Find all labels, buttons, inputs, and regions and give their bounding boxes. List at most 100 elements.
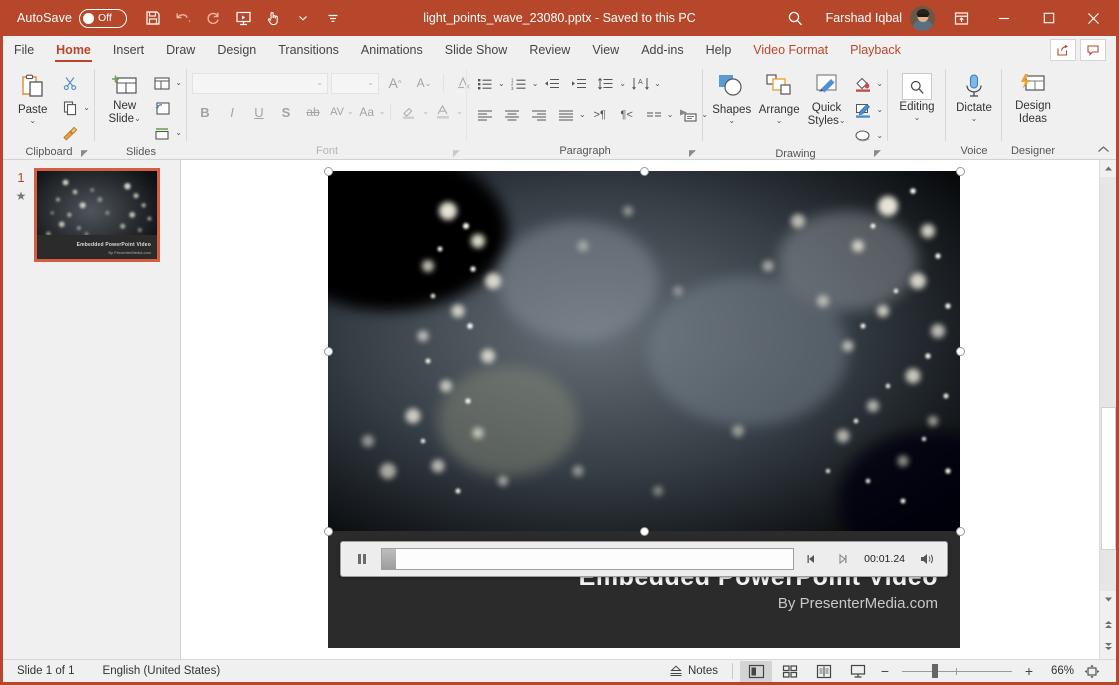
tab-transitions[interactable]: Transitions (267, 36, 350, 64)
text-direction-button[interactable]: A ⌄ (628, 72, 661, 96)
dictate-button[interactable]: Dictate ⌄ (951, 69, 997, 123)
resize-handle-bottom-center[interactable] (640, 527, 649, 536)
save-icon[interactable] (139, 4, 167, 32)
chevron-down-icon[interactable]: ⌄ (667, 111, 674, 119)
scroll-up-button[interactable] (1100, 160, 1116, 177)
resize-handle-top-center[interactable] (640, 167, 649, 176)
chevron-down-icon[interactable]: ⌄ (776, 117, 783, 125)
chevron-down-icon[interactable]: ⌄ (876, 132, 883, 140)
resize-handle-top-left[interactable] (324, 167, 333, 176)
slide-canvas[interactable]: Embedded PowerPoint Video By PresenterMe… (181, 160, 1116, 659)
tab-file[interactable]: File (3, 36, 45, 64)
autosave-toggle[interactable]: AutoSave Off (17, 9, 127, 28)
minimize-button[interactable] (981, 0, 1026, 36)
grow-font-button[interactable]: A^ (382, 71, 408, 95)
numbering-icon[interactable]: 123 (506, 72, 532, 96)
quick-styles-button[interactable]: Quick Styles⌄ (803, 69, 850, 127)
editing-button[interactable]: Editing ⌄ (893, 69, 941, 122)
user-account[interactable]: Farshad Iqbal (816, 6, 941, 31)
video-object[interactable] (328, 171, 960, 531)
shape-outline-icon[interactable] (850, 98, 876, 122)
increase-indent-icon[interactable] (566, 72, 592, 96)
bullets-button[interactable]: ⌄ (472, 72, 505, 96)
shape-effects-icon[interactable] (850, 124, 876, 148)
underline-button[interactable]: U (246, 100, 272, 124)
slide-editing-area[interactable]: Embedded PowerPoint Video By PresenterMe… (328, 171, 960, 648)
text-direction-icon[interactable]: A (628, 72, 654, 96)
reading-view-button[interactable] (808, 661, 840, 682)
slide-counter[interactable]: Slide 1 of 1 (17, 665, 75, 677)
notes-button[interactable]: Notes (662, 660, 725, 683)
zoom-out-button[interactable]: − (876, 663, 894, 679)
chevron-down-icon[interactable]: ⌄ (498, 80, 505, 88)
zoom-level-label[interactable]: 66% (1040, 665, 1074, 677)
justify-icon[interactable] (553, 103, 579, 127)
align-center-icon[interactable] (499, 103, 525, 127)
chevron-down-icon[interactable]: ⌄ (532, 80, 539, 88)
share-icon[interactable] (1050, 39, 1076, 61)
chevron-down-icon[interactable]: ⌄ (175, 129, 182, 137)
video-playback-bar[interactable]: 00:01.24 (340, 541, 948, 577)
volume-icon[interactable] (915, 548, 939, 570)
video-progress-bar[interactable] (381, 548, 794, 570)
chevron-down-icon[interactable]: ⌄ (839, 117, 846, 125)
line-spacing-icon[interactable] (593, 72, 619, 96)
customize-quick-access-icon[interactable] (319, 4, 347, 32)
chevron-down-icon[interactable]: ⌄ (367, 79, 374, 87)
chevron-down-icon[interactable]: ⌄ (971, 115, 978, 123)
maximize-button[interactable] (1026, 0, 1071, 36)
collapse-ribbon-icon[interactable] (1097, 145, 1110, 157)
undo-icon[interactable] (169, 4, 197, 32)
chevron-down-icon[interactable]: ⌄ (175, 79, 182, 87)
italic-button[interactable]: I (219, 100, 245, 124)
format-painter-icon[interactable] (57, 121, 83, 145)
previous-slide-button[interactable] (1100, 616, 1116, 633)
section-button[interactable]: ⌄ (149, 121, 182, 145)
normal-view-button[interactable] (740, 661, 772, 682)
decrease-indent-icon[interactable] (539, 72, 565, 96)
chevron-down-icon[interactable]: ⌄ (134, 115, 141, 123)
tab-slide-show[interactable]: Slide Show (434, 36, 519, 64)
font-color-button[interactable]: ⌄ (430, 100, 463, 124)
clipboard-dialog-launcher[interactable]: ◤ (81, 148, 91, 158)
paste-button[interactable]: Paste ⌄ (8, 69, 57, 125)
text-highlight-icon[interactable] (396, 100, 422, 124)
start-presentation-icon[interactable] (229, 4, 257, 32)
slide-show-view-button[interactable] (842, 661, 874, 682)
chevron-down-icon[interactable]: ⌄ (456, 108, 463, 116)
font-color-icon[interactable] (430, 100, 456, 124)
zoom-in-button[interactable]: + (1020, 663, 1038, 679)
shape-outline-button[interactable]: ⌄ (850, 98, 883, 122)
columns-icon[interactable] (641, 103, 667, 127)
text-direction-ltr-icon[interactable]: ¶< (614, 103, 640, 127)
reset-icon[interactable] (149, 96, 175, 120)
chevron-down-icon[interactable]: ⌄ (29, 117, 36, 125)
ribbon-display-options-icon[interactable] (941, 0, 981, 36)
chevron-down-icon[interactable]: ⌄ (347, 108, 354, 116)
tab-help[interactable]: Help (695, 36, 743, 64)
chevron-down-icon[interactable]: ⌄ (728, 117, 735, 125)
animation-star-icon[interactable]: ★ (16, 189, 27, 203)
chevron-down-icon[interactable]: ⌄ (876, 80, 883, 88)
redo-icon[interactable] (199, 4, 227, 32)
text-direction-rtl-icon[interactable]: >¶ (587, 103, 613, 127)
chevron-down-icon[interactable]: ⌄ (876, 106, 883, 114)
resize-handle-bottom-left[interactable] (324, 527, 333, 536)
slide-subtitle-text[interactable]: By PresenterMedia.com (328, 595, 938, 612)
copy-button[interactable]: ⌄ (57, 96, 90, 120)
justify-button[interactable]: ⌄ (553, 103, 586, 127)
arrange-button[interactable]: Arrange ⌄ (755, 69, 802, 125)
zoom-handle[interactable] (932, 664, 938, 678)
chevron-down-icon[interactable]: ⌄ (579, 111, 586, 119)
next-slide-button[interactable] (1100, 638, 1116, 655)
tab-animations[interactable]: Animations (350, 36, 434, 64)
cut-icon[interactable] (57, 71, 83, 95)
chevron-down-icon[interactable]: ⌄ (619, 80, 626, 88)
slide-sorter-view-button[interactable] (774, 661, 806, 682)
tab-insert[interactable]: Insert (102, 36, 155, 64)
resize-handle-bottom-right[interactable] (956, 527, 965, 536)
tab-review[interactable]: Review (518, 36, 581, 64)
layout-icon[interactable] (149, 71, 175, 95)
tab-draw[interactable]: Draw (155, 36, 206, 64)
comments-icon[interactable] (1080, 39, 1106, 61)
